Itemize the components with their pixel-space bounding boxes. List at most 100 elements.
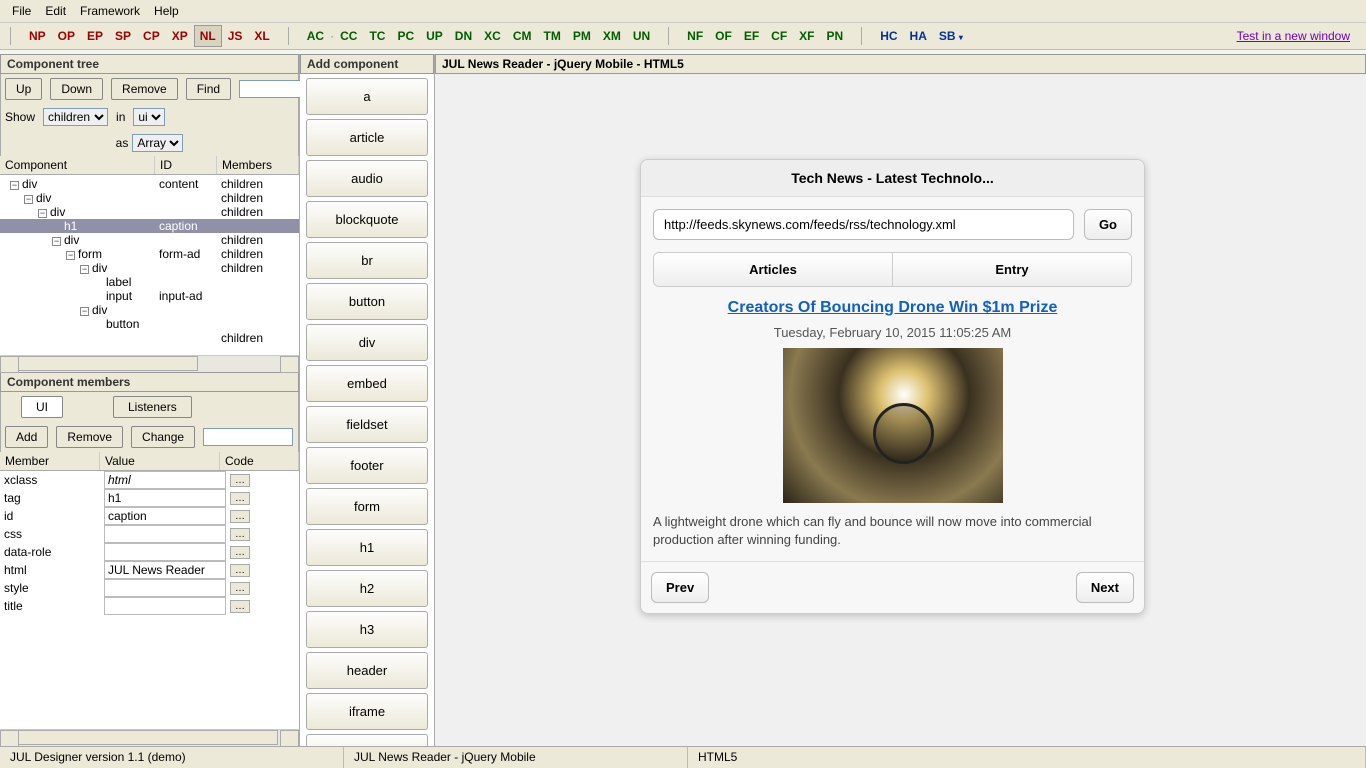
toolbar-cp[interactable]: CP	[137, 25, 166, 47]
toolbar-hc[interactable]: HC	[874, 25, 903, 47]
toolbar-sb[interactable]: SB ▾	[933, 25, 969, 47]
show-select[interactable]: children	[43, 108, 108, 126]
toolbar-cm[interactable]: CM	[507, 25, 538, 47]
toolbar-pc[interactable]: PC	[391, 25, 420, 47]
tree-row[interactable]: −divchildren	[0, 233, 299, 247]
toolbar-tc[interactable]: TC	[363, 25, 391, 47]
go-button[interactable]: Go	[1084, 209, 1132, 240]
toolbar-xp[interactable]: XP	[166, 25, 194, 47]
addcomp-h2[interactable]: h2	[306, 570, 428, 607]
mem-remove-button[interactable]: Remove	[56, 426, 123, 448]
addcomp-div[interactable]: div	[306, 324, 428, 361]
menu-framework[interactable]: Framework	[74, 2, 146, 20]
addcomp-img[interactable]: img	[306, 734, 428, 746]
tree-remove-button[interactable]: Remove	[111, 78, 178, 100]
tree-row[interactable]: −formform-adchildren	[0, 247, 299, 261]
member-code-button[interactable]: …	[230, 546, 250, 559]
mem-change-input[interactable]	[203, 428, 293, 446]
tree-row[interactable]: −divcontentchildren	[0, 177, 299, 191]
member-code-button[interactable]: …	[230, 582, 250, 595]
menu-help[interactable]: Help	[148, 2, 185, 20]
toolbar-xm[interactable]: XM	[597, 25, 627, 47]
toolbar-cc[interactable]: CC	[334, 25, 363, 47]
toolbar-np[interactable]: NP	[23, 25, 52, 47]
toolbar-nf[interactable]: NF	[681, 25, 709, 47]
component-tree[interactable]: −divcontentchildren−divchildren−divchild…	[0, 175, 299, 355]
addcomp-article[interactable]: article	[306, 119, 428, 156]
member-row[interactable]: title…	[0, 597, 299, 615]
addcomp-header[interactable]: header	[306, 652, 428, 689]
members-grid[interactable]: xclass…tag…id…css…data-role…html…style…t…	[0, 471, 299, 729]
member-value-input[interactable]	[104, 597, 226, 615]
addcomp-button[interactable]: button	[306, 283, 428, 320]
addcomp-form[interactable]: form	[306, 488, 428, 525]
addcomp-br[interactable]: br	[306, 242, 428, 279]
addcomp-a[interactable]: a	[306, 78, 428, 115]
addcomp-footer[interactable]: footer	[306, 447, 428, 484]
tree-row[interactable]: button	[0, 317, 299, 331]
feed-url-input[interactable]	[653, 209, 1074, 240]
tree-row[interactable]: children	[0, 331, 299, 345]
toolbar-ep[interactable]: EP	[81, 25, 109, 47]
member-code-button[interactable]: …	[230, 492, 250, 505]
member-value-input[interactable]	[104, 507, 226, 525]
addcomp-fieldset[interactable]: fieldset	[306, 406, 428, 443]
tree-row[interactable]: −divchildren	[0, 261, 299, 275]
member-row[interactable]: css…	[0, 525, 299, 543]
mem-change-button[interactable]: Change	[131, 426, 195, 448]
mem-hscroll[interactable]	[0, 729, 299, 746]
toolbar-ac[interactable]: AC	[301, 25, 330, 47]
toolbar-xl[interactable]: XL	[248, 25, 275, 47]
tree-find-button[interactable]: Find	[186, 78, 231, 100]
tab-articles[interactable]: Articles	[654, 253, 892, 286]
toolbar-op[interactable]: OP	[52, 25, 81, 47]
tab-entry[interactable]: Entry	[892, 253, 1131, 286]
tree-row[interactable]: −divchildren	[0, 191, 299, 205]
toolbar-dn[interactable]: DN	[449, 25, 478, 47]
tab-listeners[interactable]: Listeners	[113, 396, 192, 418]
member-row[interactable]: html…	[0, 561, 299, 579]
tree-down-button[interactable]: Down	[50, 78, 103, 100]
toolbar-sp[interactable]: SP	[109, 25, 137, 47]
mem-add-button[interactable]: Add	[5, 426, 48, 448]
toolbar-of[interactable]: OF	[709, 25, 738, 47]
tree-row[interactable]: h1caption	[0, 219, 299, 233]
tab-ui[interactable]: UI	[21, 396, 63, 418]
member-value-input[interactable]	[104, 579, 226, 597]
member-code-button[interactable]: …	[230, 600, 250, 613]
member-code-button[interactable]: …	[230, 528, 250, 541]
tree-hscroll[interactable]	[0, 355, 299, 372]
member-row[interactable]: style…	[0, 579, 299, 597]
toolbar-pm[interactable]: PM	[567, 25, 597, 47]
member-code-button[interactable]: …	[230, 474, 250, 487]
addcomp-h1[interactable]: h1	[306, 529, 428, 566]
member-row[interactable]: id…	[0, 507, 299, 525]
as-select[interactable]: Array	[132, 134, 183, 152]
toolbar-up[interactable]: UP	[420, 25, 449, 47]
addcomp-audio[interactable]: audio	[306, 160, 428, 197]
toolbar-un[interactable]: UN	[627, 25, 656, 47]
member-code-button[interactable]: …	[230, 510, 250, 523]
member-row[interactable]: xclass…	[0, 471, 299, 489]
test-new-window-link[interactable]: Test in a new window	[1237, 29, 1350, 43]
tree-row[interactable]: −div	[0, 303, 299, 317]
in-select[interactable]: ui	[133, 108, 165, 126]
toolbar-nl[interactable]: NL	[194, 25, 222, 47]
toolbar-xf[interactable]: XF	[793, 25, 820, 47]
toolbar-ha[interactable]: HA	[904, 25, 933, 47]
tree-row[interactable]: inputinput-ad	[0, 289, 299, 303]
member-value-input[interactable]	[104, 489, 226, 507]
member-value-input[interactable]	[104, 543, 226, 561]
addcomp-h3[interactable]: h3	[306, 611, 428, 648]
next-button[interactable]: Next	[1076, 572, 1134, 603]
tree-row[interactable]: −divchildren	[0, 205, 299, 219]
prev-button[interactable]: Prev	[651, 572, 709, 603]
tree-up-button[interactable]: Up	[5, 78, 42, 100]
member-value-input[interactable]	[104, 471, 226, 489]
toolbar-xc[interactable]: XC	[478, 25, 507, 47]
member-row[interactable]: tag…	[0, 489, 299, 507]
menu-file[interactable]: File	[6, 2, 37, 20]
member-value-input[interactable]	[104, 525, 226, 543]
member-row[interactable]: data-role…	[0, 543, 299, 561]
member-code-button[interactable]: …	[230, 564, 250, 577]
